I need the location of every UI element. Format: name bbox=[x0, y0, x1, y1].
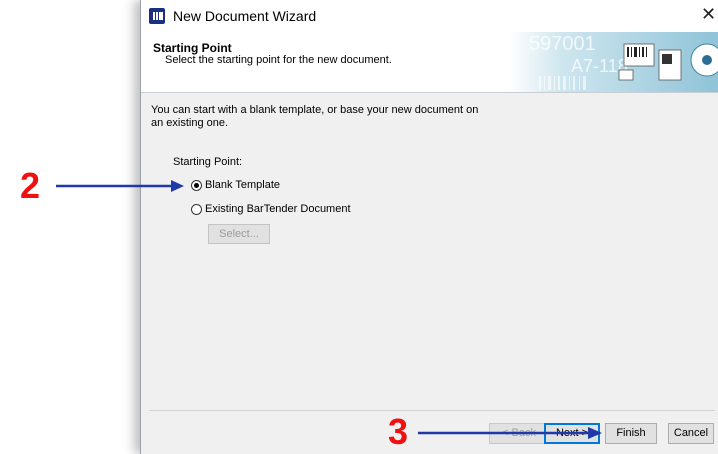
select-button: Select... bbox=[208, 224, 270, 244]
header-subtitle: Select the starting point for the new do… bbox=[165, 54, 392, 66]
title-bar: New Document Wizard ✕ bbox=[141, 0, 718, 32]
footer-divider bbox=[149, 410, 715, 411]
existing-document-label: Existing BarTender Document bbox=[205, 203, 351, 215]
step-2-number: 2 bbox=[20, 165, 41, 206]
wizard-header: Starting Point Select the starting point… bbox=[141, 32, 718, 93]
existing-document-radio[interactable] bbox=[191, 203, 202, 215]
intro-text: You can start with a blank template, or … bbox=[151, 104, 479, 129]
starting-point-label: Starting Point: bbox=[173, 156, 243, 168]
step-2-arrow-icon bbox=[56, 180, 184, 192]
bartender-app-icon bbox=[149, 8, 165, 24]
cancel-button[interactable]: Cancel bbox=[668, 423, 714, 444]
close-icon[interactable]: ✕ bbox=[701, 4, 716, 25]
existing-document-option[interactable]: Existing BarTender Document bbox=[191, 203, 351, 215]
blank-template-label: Blank Template bbox=[205, 179, 281, 191]
step-3-number: 3 bbox=[388, 411, 409, 452]
window-title: New Document Wizard bbox=[173, 8, 317, 24]
finish-button[interactable]: Finish bbox=[605, 423, 657, 444]
new-document-wizard-window: New Document Wizard ✕ Starting Point Sel… bbox=[140, 0, 718, 454]
barcode-banner-image: 597001 A7-118 bbox=[509, 32, 718, 92]
step-3-arrow-icon bbox=[418, 427, 602, 439]
header-title: Starting Point bbox=[153, 41, 232, 55]
banner-text-1: 597001 bbox=[529, 33, 596, 55]
blank-template-radio[interactable] bbox=[191, 179, 202, 191]
blank-template-option[interactable]: Blank Template bbox=[191, 179, 280, 191]
